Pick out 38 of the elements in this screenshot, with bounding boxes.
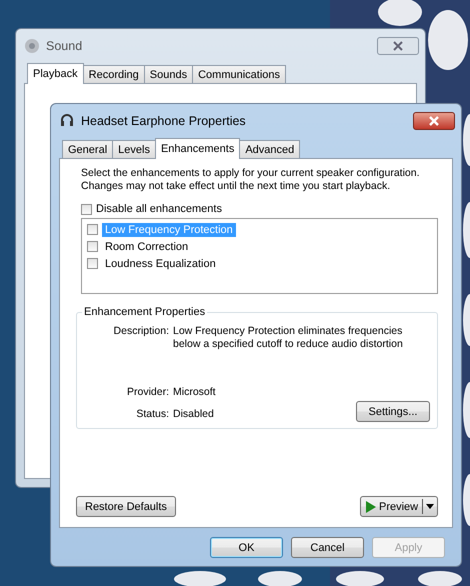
field-value: Disabled: [173, 408, 214, 421]
field-label: Description:: [112, 325, 169, 339]
play-icon: [366, 500, 376, 512]
restore-defaults-button[interactable]: Restore Defaults: [76, 496, 176, 517]
checkbox[interactable]: [81, 204, 92, 214]
close-button[interactable]: [377, 37, 419, 55]
list-item[interactable]: Loudness Equalization: [102, 256, 219, 270]
preview-label: Preview: [379, 500, 418, 512]
tab[interactable]: Advanced: [239, 140, 300, 158]
headset-icon: [59, 113, 75, 129]
tab[interactable]: Playback: [27, 63, 84, 84]
field-label: Provider:: [126, 386, 169, 399]
checkbox[interactable]: [87, 224, 98, 235]
close-icon: [429, 116, 439, 126]
instruction-text: Select the enhancements to apply for your current speaker configuration. Changes may not take effect until the next time you start playback.: [81, 167, 421, 193]
close-button[interactable]: [413, 112, 455, 130]
settings-button[interactable]: Settings...: [356, 401, 430, 422]
checkbox[interactable]: [87, 241, 98, 252]
window-title: Headset Earphone Properties: [81, 114, 246, 128]
tab[interactable]: Sounds: [144, 65, 194, 83]
tab[interactable]: Enhancements: [154, 138, 240, 159]
preview-button[interactable]: Preview: [360, 496, 438, 517]
checkbox[interactable]: [87, 258, 98, 269]
close-icon: [393, 41, 403, 51]
caret-icon: [426, 504, 434, 509]
field-label: Status:: [135, 408, 169, 421]
tab[interactable]: Recording: [82, 65, 145, 83]
window-title: Sound: [46, 39, 82, 53]
dialog-button[interactable]: Cancel: [291, 537, 364, 558]
dialog-button[interactable]: OK: [210, 537, 283, 558]
tab[interactable]: General: [62, 140, 114, 158]
field-value: Low Frequency Protection eliminates frequencies below a specified cutoff to reduce audio distortion: [173, 325, 404, 351]
list-item[interactable]: Room Correction: [102, 240, 192, 254]
field-value: Microsoft: [173, 386, 216, 399]
group-title: Enhancement Properties: [82, 306, 208, 318]
tab[interactable]: Levels: [112, 140, 156, 158]
checkbox-label: Disable all enhancements: [96, 203, 222, 215]
tab[interactable]: Communications: [192, 65, 286, 83]
